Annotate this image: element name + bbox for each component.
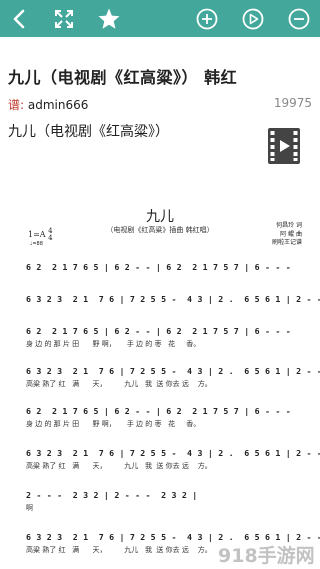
notation-line: 6 3 2 3 2 1 7 6 | 7 2 5 5 - 4 3 | 2 . 6 … (26, 448, 320, 458)
lyric-line: 高粱 熟了 红 满 天， 九儿 我 送 你去 远 方。 (26, 546, 212, 554)
fullscreen-icon (55, 9, 73, 28)
credit-transcriber: 刷啦王记谱 (271, 239, 302, 246)
tempo-mark: ♩=88 (30, 241, 43, 247)
video-button[interactable] (264, 126, 304, 166)
zoom-in-icon (196, 8, 218, 29)
credit-composer: 阿 鲲 曲 (280, 230, 302, 238)
lyric-line: 啊 (26, 504, 33, 512)
lyric-line: 高粱 熟了 红 满 天， 九儿 我 送 你去 远 方。 (26, 380, 212, 388)
zoom-out-button[interactable] (281, 0, 317, 37)
sheet-credits: 何昌玲 词 阿 鲲 曲 刷啦王记谱 (272, 222, 302, 248)
page-title: 九儿（电视剧《红高粱》） 韩红 (8, 68, 238, 87)
star-icon (98, 8, 120, 29)
key-label: 1=A (28, 230, 46, 239)
fullscreen-button[interactable] (46, 0, 82, 37)
score-label: 谱: (8, 98, 25, 112)
watermark: 918手游网 (218, 545, 315, 567)
play-button[interactable] (235, 0, 271, 37)
score-meta: 谱: admin666 19975 (8, 96, 312, 114)
notation-line: 6 2 2 1 7 6 5 | 6 2 - - | 6 2 2 1 7 5 7 … (26, 406, 291, 416)
key-signature: 1=A 4 4 (28, 228, 53, 242)
favorite-button[interactable] (91, 0, 127, 37)
notation-line: 6 3 2 3 2 1 7 6 | 7 2 5 5 - 4 3 | 2 . 6 … (26, 294, 320, 304)
lyric-line: 身 边 的 那 片 田 野 啊， 手 边 的 枣 花 香。 (26, 340, 201, 348)
credit-lyricist: 何昌玲 词 (276, 222, 302, 229)
play-icon (242, 8, 264, 29)
notation-line: 2 - - - 2 3 2 | 2 - - - 2 3 2 | (26, 490, 198, 500)
zoom-in-button[interactable] (189, 0, 225, 37)
song-name: 九儿（电视剧《红高粱》） (8, 124, 169, 140)
top-toolbar (0, 0, 320, 37)
uploader-name[interactable]: admin666 (28, 98, 89, 112)
notation-line: 6 2 2 1 7 6 5 | 6 2 - - | 6 2 2 1 7 5 7 … (26, 326, 291, 336)
zoom-out-icon (288, 8, 310, 29)
film-video-icon (268, 128, 300, 164)
lyric-line: 身 边 的 那 片 田 野 啊， 手 边 的 枣 花 香。 (26, 420, 201, 428)
time-signature: 4 4 (48, 228, 52, 242)
back-button[interactable] (2, 0, 38, 37)
time-bottom: 4 (48, 234, 53, 242)
notation-line: 6 3 2 3 2 1 7 6 | 7 2 5 5 - 4 3 | 2 . 6 … (26, 366, 320, 376)
back-icon (13, 9, 25, 28)
lyric-line: 高粱 熟了 红 满 天， 九儿 我 送 你去 远 方。 (26, 462, 212, 470)
view-count: 19975 (273, 96, 312, 110)
sheet-music: 九儿 （电视剧《红高粱》插曲 韩红唱） 何昌玲 词 阿 鲲 曲 刷啦王记谱 1=… (0, 198, 320, 569)
notation-line: 6 2 2 1 7 6 5 | 6 2 - - | 6 2 2 1 7 5 7 … (26, 262, 291, 272)
